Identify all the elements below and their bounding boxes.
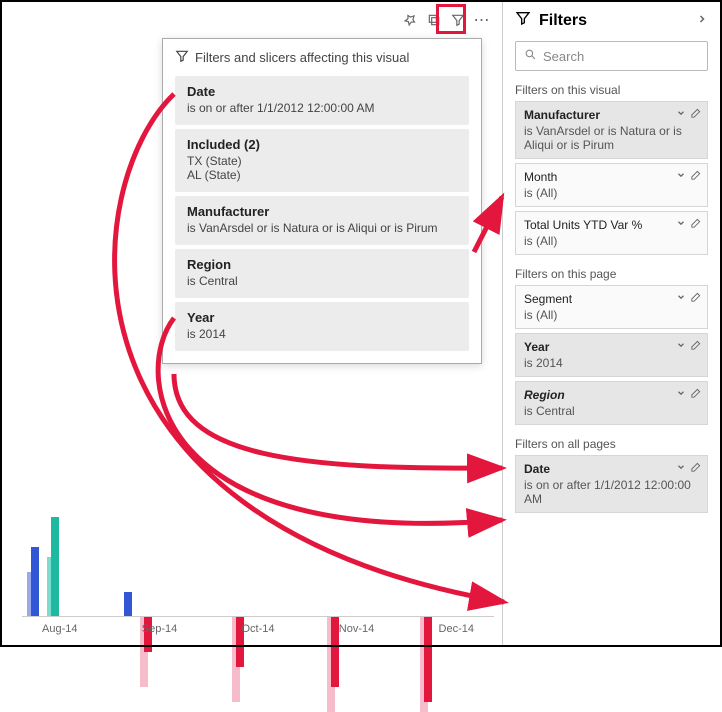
- chevron-down-icon[interactable]: [676, 170, 686, 184]
- card-value: is Central: [187, 274, 457, 288]
- section-page-label: Filters on this page: [515, 267, 708, 281]
- tick: Dec-14: [439, 623, 474, 635]
- card-value: is VanArsdel or is Natura or is Aliqui o…: [187, 221, 457, 235]
- card-title: Date: [187, 84, 457, 99]
- card-value: is (All): [524, 234, 699, 248]
- filter-card[interactable]: Region is Central: [515, 381, 708, 425]
- section-all-label: Filters on all pages: [515, 437, 708, 451]
- tick: Oct-14: [242, 623, 275, 635]
- filters-panel: Filters Search Filters on this visual Ma…: [502, 2, 720, 645]
- chevron-down-icon[interactable]: [676, 108, 686, 122]
- tick: Aug-14: [42, 623, 77, 635]
- eraser-icon[interactable]: [690, 292, 701, 306]
- filter-icon: [515, 10, 531, 31]
- search-input[interactable]: Search: [515, 41, 708, 71]
- filter-icon: [175, 49, 189, 66]
- card-value: is VanArsdel or is Natura or is Aliqui o…: [524, 124, 699, 152]
- filter-card: Included (2) TX (State)AL (State): [175, 129, 469, 192]
- card-title: Month: [524, 170, 699, 184]
- filter-card[interactable]: Date is on or after 1/1/2012 12:00:00 AM: [515, 455, 708, 513]
- card-title: Year: [187, 310, 457, 325]
- eraser-icon[interactable]: [690, 462, 701, 476]
- card-value: is 2014: [524, 356, 699, 370]
- popup-header: Filters and slicers affecting this visua…: [171, 45, 473, 72]
- card-title: Total Units YTD Var %: [524, 218, 699, 232]
- chevron-down-icon[interactable]: [676, 388, 686, 402]
- filter-card[interactable]: Month is (All): [515, 163, 708, 207]
- more-icon[interactable]: ⋯: [470, 8, 494, 32]
- chevron-down-icon[interactable]: [676, 218, 686, 232]
- chevron-down-icon[interactable]: [676, 292, 686, 306]
- popup-title: Filters and slicers affecting this visua…: [195, 50, 409, 65]
- tick: Nov-14: [339, 623, 374, 635]
- eraser-icon[interactable]: [690, 170, 701, 184]
- card-title: Included (2): [187, 137, 457, 152]
- card-title: Region: [524, 388, 699, 402]
- card-value: is on or after 1/1/2012 12:00:00 AM: [187, 101, 457, 115]
- card-title: Region: [187, 257, 457, 272]
- section-visual-label: Filters on this visual: [515, 83, 708, 97]
- x-axis: Aug-14 Sep-14 Oct-14 Nov-14 Dec-14: [22, 623, 494, 635]
- filter-card: Region is Central: [175, 249, 469, 298]
- card-value: is (All): [524, 308, 699, 322]
- card-title: Year: [524, 340, 699, 354]
- eraser-icon[interactable]: [690, 218, 701, 232]
- eraser-icon[interactable]: [690, 388, 701, 402]
- eraser-icon[interactable]: [690, 340, 701, 354]
- card-title: Manufacturer: [524, 108, 699, 122]
- filter-card: Year is 2014: [175, 302, 469, 351]
- filter-popup: Filters and slicers affecting this visua…: [162, 38, 482, 364]
- visual-area: ⋯ Filters and slicers affecting this vis…: [2, 2, 502, 645]
- search-icon: [524, 48, 537, 64]
- card-title: Manufacturer: [187, 204, 457, 219]
- filter-card[interactable]: Year is 2014: [515, 333, 708, 377]
- filter-card[interactable]: Total Units YTD Var % is (All): [515, 211, 708, 255]
- card-title: Segment: [524, 292, 699, 306]
- card-value: TX (State)AL (State): [187, 154, 457, 182]
- search-placeholder: Search: [543, 49, 584, 64]
- tick: Sep-14: [142, 623, 177, 635]
- filter-card: Date is on or after 1/1/2012 12:00:00 AM: [175, 76, 469, 125]
- filter-card[interactable]: Manufacturer is VanArsdel or is Natura or…: [515, 101, 708, 159]
- card-value: is on or after 1/1/2012 12:00:00 AM: [524, 478, 699, 506]
- filter-highlight: [436, 4, 466, 34]
- card-title: Date: [524, 462, 699, 476]
- filter-card[interactable]: Segment is (All): [515, 285, 708, 329]
- card-value: is (All): [524, 186, 699, 200]
- chevron-down-icon[interactable]: [676, 462, 686, 476]
- chevron-down-icon[interactable]: [676, 340, 686, 354]
- panel-title: Filters: [539, 12, 587, 30]
- collapse-icon[interactable]: [696, 12, 708, 30]
- eraser-icon[interactable]: [690, 108, 701, 122]
- filter-card: Manufacturer is VanArsdel or is Natura or…: [175, 196, 469, 245]
- axis-line: [22, 616, 494, 617]
- card-value: is 2014: [187, 327, 457, 341]
- pin-icon[interactable]: [398, 8, 422, 32]
- card-value: is Central: [524, 404, 699, 418]
